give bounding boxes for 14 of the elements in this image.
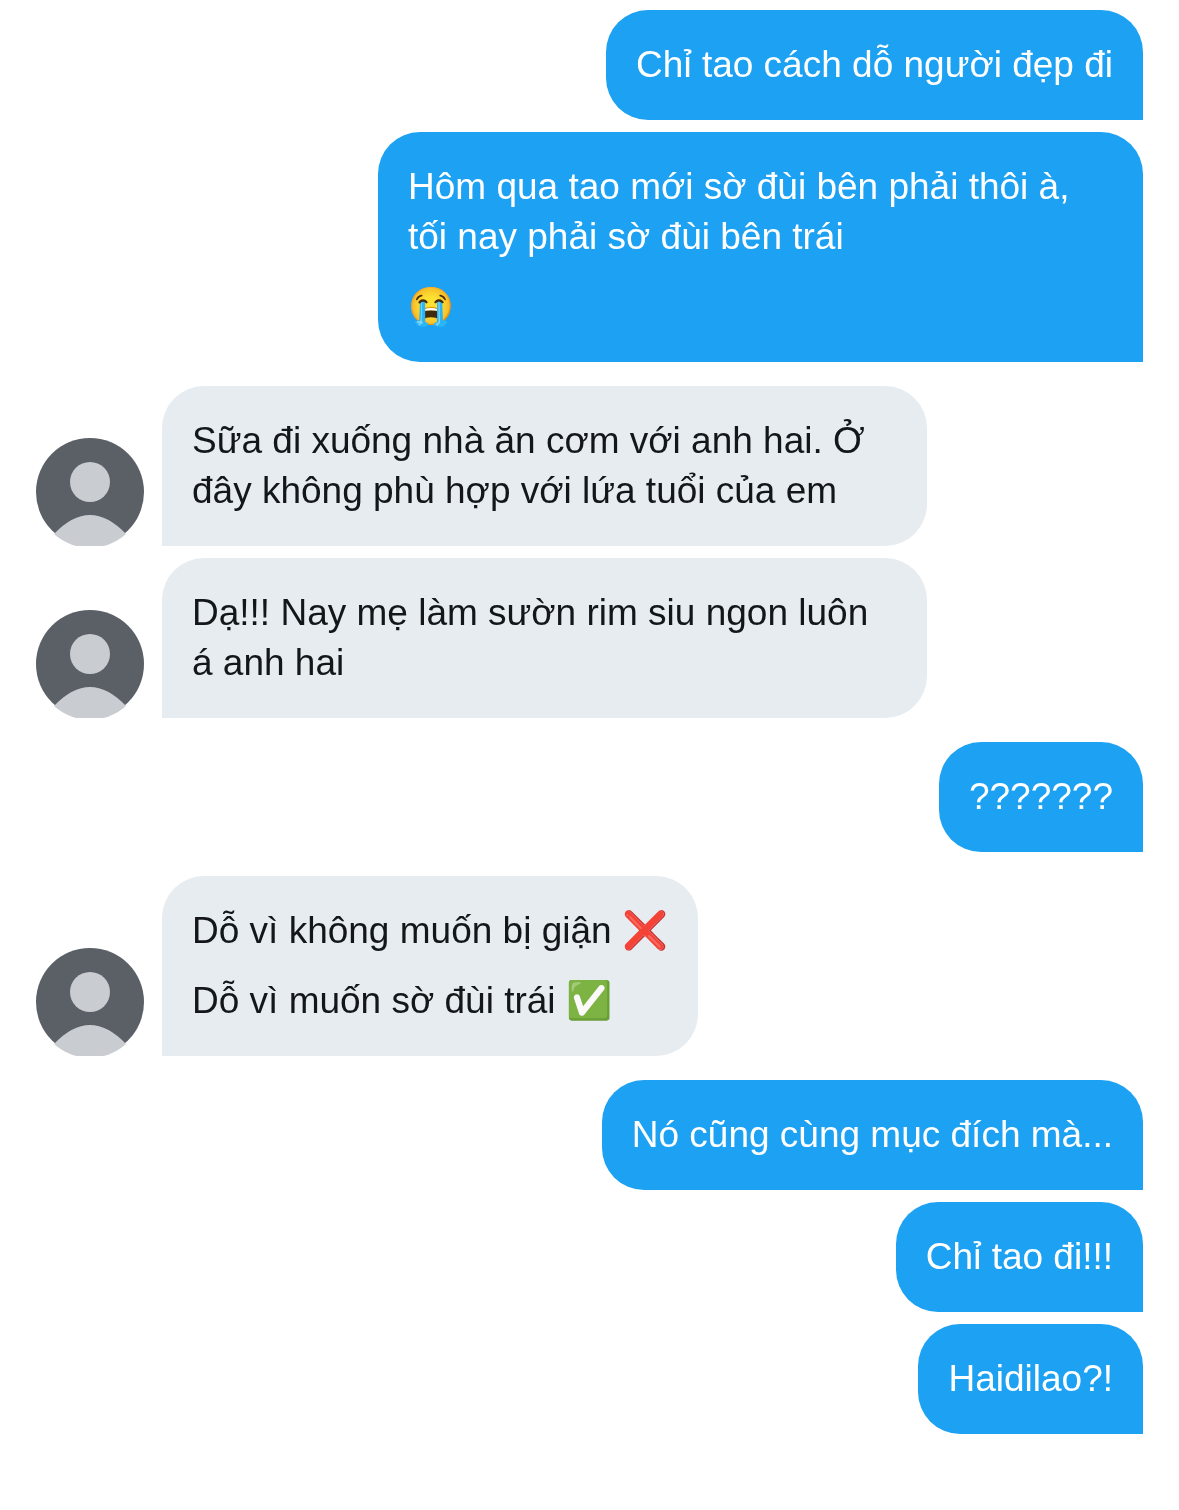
message-text: Dỗ vì muốn sờ đùi trái ✅ [192, 979, 613, 1023]
avatar-icon[interactable] [36, 948, 144, 1056]
message-text: Chỉ tao cách dỗ người đẹp đi [636, 43, 1113, 87]
message-text: Dạ!!! Nay mẹ làm sườn rim siu ngon luôn á anh hai [192, 591, 870, 685]
message-text: Sữa đi xuống nhà ăn cơm với anh hai. Ở đây không phù hợp với lứa tuổi của em [192, 418, 866, 513]
avatar-icon[interactable] [36, 610, 144, 718]
avatar-icon[interactable] [36, 438, 144, 546]
message-text: Dỗ vì không muốn bị giận ❌ [192, 909, 668, 953]
message-text: Chỉ tao đi!!! [925, 1235, 1113, 1279]
message-text: Hôm qua tao mới sờ đùi bên phải thôi à, tối nay phải sờ đùi bên trái [408, 165, 1071, 259]
message-text: Nó cũng cùng mục đích mà... [631, 1113, 1113, 1157]
message-text: 😭 [408, 285, 455, 329]
message-text: ??????? [968, 775, 1113, 819]
message-text: Haidilao?! [948, 1357, 1113, 1401]
